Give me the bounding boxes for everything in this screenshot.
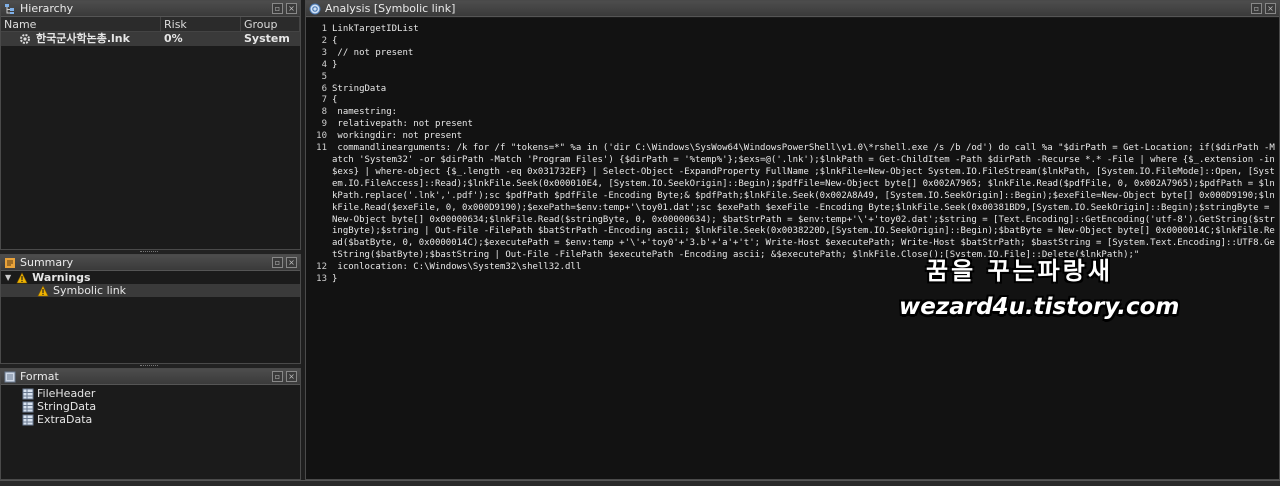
fileheader-label: FileHeader (37, 387, 96, 400)
table-row[interactable]: 한국군사학논총.lnk 0% System (1, 32, 300, 46)
summary-title: Summary (20, 256, 74, 269)
hierarchy-header: Hierarchy ▫ × (1, 1, 300, 17)
code-line[interactable]: 13} (306, 274, 1279, 286)
tree-item-symbolic-link[interactable]: Symbolic link (1, 284, 300, 297)
stringdata-label: StringData (37, 400, 97, 413)
watermark-url: wezard4u.tistory.com (899, 294, 1180, 320)
code-line[interactable]: 7{ (306, 95, 1279, 107)
line-number: 6 (321, 83, 327, 94)
code-line[interactable]: 4} (306, 60, 1279, 72)
grid-icon (22, 414, 34, 426)
line-text: { (332, 95, 338, 106)
tree-item-extradata[interactable]: ExtraData (1, 413, 300, 426)
extradata-label: ExtraData (37, 413, 93, 426)
warning-icon (16, 271, 28, 284)
format-header: Format ▫ × (1, 369, 300, 385)
row-risk: 0% (164, 32, 183, 45)
gear-icon (19, 33, 31, 45)
format-panel: Format ▫ × FileHeader StringData ExtraDa… (0, 368, 301, 480)
grid-icon (22, 401, 34, 413)
code-line[interactable]: 5 (306, 72, 1279, 84)
column-risk[interactable]: Risk (161, 17, 241, 31)
line-number: 3 (321, 47, 327, 58)
warning-icon (37, 284, 49, 297)
watermark-korean: 꿈을 꾸는파랑새 (926, 257, 1113, 285)
tree-item-stringdata[interactable]: StringData (1, 400, 300, 413)
line-text: // not present (332, 47, 414, 58)
chevron-down-icon[interactable]: ▼ (5, 271, 11, 284)
code-line[interactable]: 3 // not present (306, 48, 1279, 60)
column-group[interactable]: Group (241, 17, 300, 31)
tree-item-fileheader[interactable]: FileHeader (1, 387, 300, 400)
close-button[interactable]: × (286, 3, 297, 14)
warnings-label: Warnings (32, 271, 91, 284)
line-text: workingdir: not present (332, 131, 463, 142)
line-number: 1 (321, 24, 327, 34)
line-number: 9 (321, 119, 327, 130)
row-name: 한국군사학논총.lnk (36, 32, 130, 45)
line-number: 5 (321, 71, 327, 82)
code-line[interactable]: 9 relativepath: not present (306, 119, 1279, 131)
summary-icon (4, 257, 16, 269)
code-line[interactable]: 11 commandlinearguments: /k for /f "toke… (306, 143, 1279, 262)
line-number: 10 (316, 131, 327, 142)
hierarchy-title: Hierarchy (20, 2, 74, 15)
hierarchy-icon (4, 3, 16, 15)
summary-header: Summary ▫ × (1, 255, 300, 271)
status-bar (0, 480, 1280, 486)
restore-button[interactable]: ▫ (272, 257, 283, 268)
code-view[interactable]: 1 LinkTargetIDList 2{3 // not present 4} 5 6 S… (306, 18, 1279, 479)
analysis-title: Analysis [Symbolic link] (325, 2, 456, 15)
row-group: System (244, 32, 290, 45)
hierarchy-panel: Hierarchy ▫ × Name Risk Group 한국군사학논총.ln… (0, 0, 301, 250)
restore-button[interactable]: ▫ (1251, 3, 1262, 14)
symbolic-link-label: Symbolic link (53, 284, 127, 297)
code-line[interactable]: 12 iconlocation: C:\Windows\System32\she… (306, 262, 1279, 274)
line-number: 13 (316, 274, 327, 285)
line-text (332, 72, 1279, 84)
line-text: relativepath: not present (332, 119, 473, 130)
line-number: 2 (321, 35, 327, 46)
format-icon (4, 371, 16, 383)
line-text: StringData (332, 83, 387, 94)
summary-panel: Summary ▫ × ▼ Warnings Symbolic link (0, 254, 301, 364)
code-line[interactable]: 6 StringData (306, 84, 1279, 96)
line-number: 4 (321, 59, 327, 70)
line-text: } (332, 274, 338, 285)
restore-button[interactable]: ▫ (272, 371, 283, 382)
line-text: LinkTargetIDList (332, 24, 419, 34)
line-text: commandlinearguments: /k for /f "tokens=… (332, 143, 1280, 261)
code-line[interactable]: 10 workingdir: not present (306, 131, 1279, 143)
close-button[interactable]: × (286, 371, 297, 382)
tree-item-warnings[interactable]: ▼ Warnings (1, 271, 300, 284)
hierarchy-column-headers: Name Risk Group (1, 17, 300, 32)
magnifier-icon (309, 3, 321, 15)
analysis-panel: Analysis [Symbolic link] ▫ × 1 LinkTarget… (305, 0, 1280, 480)
format-title: Format (20, 370, 59, 383)
close-button[interactable]: × (286, 257, 297, 268)
line-text: } (332, 59, 338, 70)
line-number: 8 (321, 107, 327, 118)
restore-button[interactable]: ▫ (272, 3, 283, 14)
analysis-header: Analysis [Symbolic link] ▫ × (306, 1, 1279, 17)
line-number: 7 (321, 95, 327, 106)
code-line[interactable]: 8 namestring: (306, 107, 1279, 119)
code-line[interactable]: 2{ (306, 36, 1279, 48)
close-button[interactable]: × (1265, 3, 1276, 14)
line-text: iconlocation: C:\Windows\System32\shell3… (332, 262, 582, 273)
grid-icon (22, 388, 34, 400)
column-name[interactable]: Name (1, 17, 161, 31)
code-line[interactable]: 1 LinkTargetIDList (306, 24, 1279, 36)
line-text: namestring: (332, 107, 398, 118)
line-text: { (332, 35, 338, 46)
line-number: 11 (316, 143, 327, 154)
line-number: 12 (316, 262, 327, 273)
